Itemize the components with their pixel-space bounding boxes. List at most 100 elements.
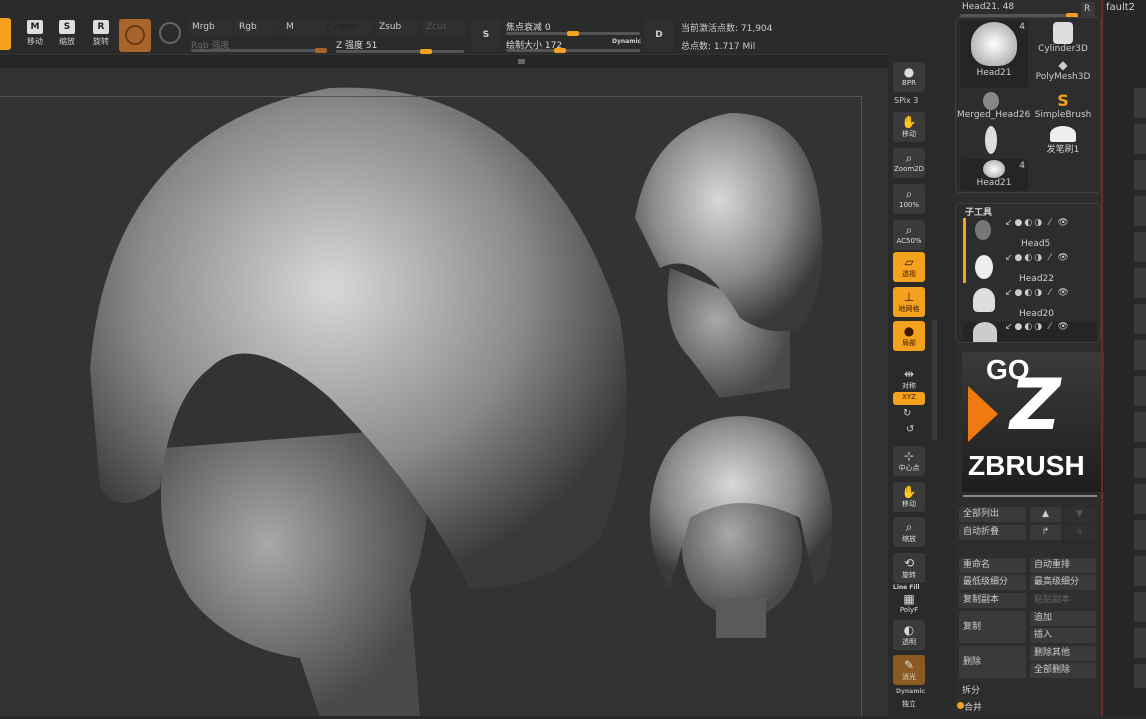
subtool-toggles[interactable]: ↙●◐◑ ⁄ 👁 — [1005, 253, 1071, 263]
spix-slider[interactable]: SPix 3 — [894, 96, 918, 105]
zsub-button[interactable]: Zsub — [375, 20, 419, 35]
rotate-button[interactable]: R 旋转 — [86, 18, 116, 52]
auto-collapse-button[interactable]: 自动折叠 — [959, 525, 1026, 540]
subtool-item-head20[interactable]: ↙●◐◑ ⁄ 👁 Head20 — [963, 288, 1097, 322]
panel2-title: fault2 — [1106, 2, 1136, 13]
document-frame — [0, 96, 862, 716]
duplicate-copy-button[interactable]: 复制副本 — [959, 593, 1026, 608]
secondary-shelf[interactable] — [1134, 88, 1146, 688]
tool-head21-small[interactable]: Head21 4 — [960, 159, 1028, 191]
center-point-button[interactable]: ⊹ 中心点 — [893, 446, 925, 476]
symmetry-button[interactable]: ⇹ 对称 — [893, 364, 925, 394]
delete-all-button[interactable]: 全部删除 — [1030, 663, 1096, 678]
lazy-s-icon[interactable]: S — [471, 19, 501, 52]
subtool-item-head22[interactable]: ↙●◐◑ ⁄ 👁 Head22 — [963, 253, 1097, 287]
tool-hair-brush1[interactable]: 发笔刷1 — [1029, 126, 1097, 160]
ghost-button[interactable]: ✎ 消光 — [893, 655, 925, 685]
slider-knob[interactable] — [554, 48, 566, 53]
rgb-button[interactable]: Rgb — [235, 20, 279, 35]
subtool-title: 子工具 — [965, 208, 993, 218]
insert-button[interactable]: 插入 — [1030, 628, 1096, 643]
secondary-panel: fault2 — [1104, 0, 1146, 716]
rotate-label: 旋转 — [93, 37, 109, 46]
move-view-button[interactable]: ✋ 移动 — [893, 112, 925, 142]
rotate-view-button[interactable]: ⟲ 旋转 — [893, 553, 925, 583]
subtool-item-head5[interactable]: ↙●◐◑ ⁄ 👁 Head5 — [963, 218, 1097, 252]
lazy-d-icon[interactable]: D — [644, 19, 674, 52]
perspective-button[interactable]: ⏥ 透视 — [893, 252, 925, 282]
sphere-icon: ● — [903, 65, 915, 79]
tool-simplebrush[interactable]: S SimpleBrush — [1029, 92, 1097, 126]
rotate-y-icon[interactable]: ↻ — [903, 408, 911, 419]
brush-button[interactable] — [119, 19, 151, 52]
magnifier-icon: ⌕ — [905, 151, 913, 165]
duplicate-button[interactable]: 复制 — [959, 611, 1026, 643]
m-button[interactable]: M — [282, 20, 326, 35]
bpr-button[interactable]: ● BPR — [893, 62, 925, 92]
mrgb-button[interactable]: Mrgb — [188, 20, 232, 35]
merge-section[interactable]: 合并 — [964, 700, 982, 713]
arrow-up-button[interactable]: ▲ — [1030, 507, 1061, 522]
edit-button[interactable] — [0, 18, 11, 50]
draw-size-slider[interactable] — [506, 48, 640, 53]
arrow-down-right-button[interactable]: ↳ — [1064, 525, 1095, 540]
tool-cylinder3d[interactable]: Cylinder3D — [1029, 22, 1097, 56]
lowest-subdiv-button[interactable]: 最低级细分 — [959, 575, 1026, 590]
move-button[interactable]: M 移动 — [20, 18, 50, 52]
subtool-toggles[interactable]: ↙●◐◑ ⁄ 👁 — [1005, 322, 1071, 332]
focal-shift-slider[interactable] — [506, 31, 640, 36]
tool-polymesh3d[interactable]: ◆ PolyMesh3D — [1029, 58, 1097, 92]
arrow-up-right-button[interactable]: ↱ — [1030, 525, 1061, 540]
tool-leaf[interactable] — [957, 126, 1025, 160]
list-all-button[interactable]: 全部列出 — [959, 507, 1026, 522]
delete-button[interactable]: 删除 — [959, 646, 1026, 678]
append-button[interactable]: 追加 — [1030, 611, 1096, 626]
grid-icon: ⊥ — [903, 290, 915, 304]
half-size-button[interactable]: ⌕ AC50% — [893, 220, 925, 250]
z-intensity-slider[interactable] — [336, 49, 464, 54]
subtool-item-selected[interactable]: ↙●◐◑ ⁄ 👁 — [963, 322, 1097, 342]
tool-merged-head26[interactable]: Merged_Head26 — [957, 92, 1030, 126]
slider-knob[interactable] — [567, 31, 579, 36]
rgb-intensity-slider[interactable] — [191, 48, 327, 53]
cylinder-icon — [1053, 22, 1073, 44]
actual-size-button[interactable]: ⌕ 100% — [893, 184, 925, 214]
zcut-button[interactable]: Zcut — [422, 20, 466, 35]
xyz-button[interactable]: XYZ — [893, 392, 925, 405]
r-button[interactable]: R — [1081, 2, 1095, 17]
dynamic-toggle[interactable]: Dynamic — [612, 38, 641, 45]
material-icon[interactable] — [159, 22, 181, 44]
delete-other-button[interactable]: 删除其他 — [1030, 646, 1096, 661]
transparent-button[interactable]: ◐ 透明 — [893, 620, 925, 650]
polyframe-button[interactable]: ▦ PolyF — [893, 592, 925, 614]
rotate-z-icon[interactable]: ↺ — [906, 424, 914, 435]
highest-subdiv-button[interactable]: 最高级细分 — [1030, 575, 1096, 590]
zadd-button[interactable]: Zadd — [329, 20, 372, 35]
local-button[interactable]: ● 局部 — [893, 321, 925, 351]
rename-button[interactable]: 重命名 — [959, 558, 1026, 573]
subtool-name: Head5 — [1021, 239, 1051, 249]
tool-head21-thumb[interactable]: Head21 4 — [960, 20, 1028, 88]
total-points-count: 总点数: 1.717 Mil — [681, 42, 756, 52]
shelf-scrollbar[interactable] — [932, 320, 937, 440]
dynamic-label: Dynamic — [896, 688, 926, 695]
split-section[interactable]: 拆分 — [962, 683, 980, 696]
count: 4 — [1019, 161, 1025, 171]
merge-bullet-icon — [957, 702, 964, 709]
strip-handle[interactable] — [518, 59, 525, 64]
zoom2d-button[interactable]: ⌕ Zoom2D — [893, 148, 925, 178]
subtool-toggles[interactable]: ↙●◐◑ ⁄ 👁 — [1005, 218, 1071, 228]
auto-reorder-button[interactable]: 自动重排 — [1030, 558, 1096, 573]
paste-copy-button[interactable]: 粘贴副本 — [1030, 593, 1096, 608]
label: 移动 — [902, 500, 916, 508]
floor-grid-button[interactable]: ⊥ 地网格 — [893, 287, 925, 317]
solo-button[interactable]: 独立 — [893, 696, 925, 716]
gozbrush-logo[interactable]: GO Z ZBRUSH — [962, 352, 1116, 492]
scale-view-button[interactable]: ⌕ 缩放 — [893, 517, 925, 547]
arrow-down-button[interactable]: ▼ — [1064, 507, 1095, 522]
move-button[interactable]: ✋ 移动 — [893, 482, 925, 512]
slider-knob[interactable] — [315, 48, 327, 53]
subtool-toggles[interactable]: ↙●◐◑ ⁄ 👁 — [1005, 288, 1071, 298]
hand-icon: ✋ — [901, 115, 917, 129]
scale-button[interactable]: S 缩放 — [52, 18, 82, 52]
